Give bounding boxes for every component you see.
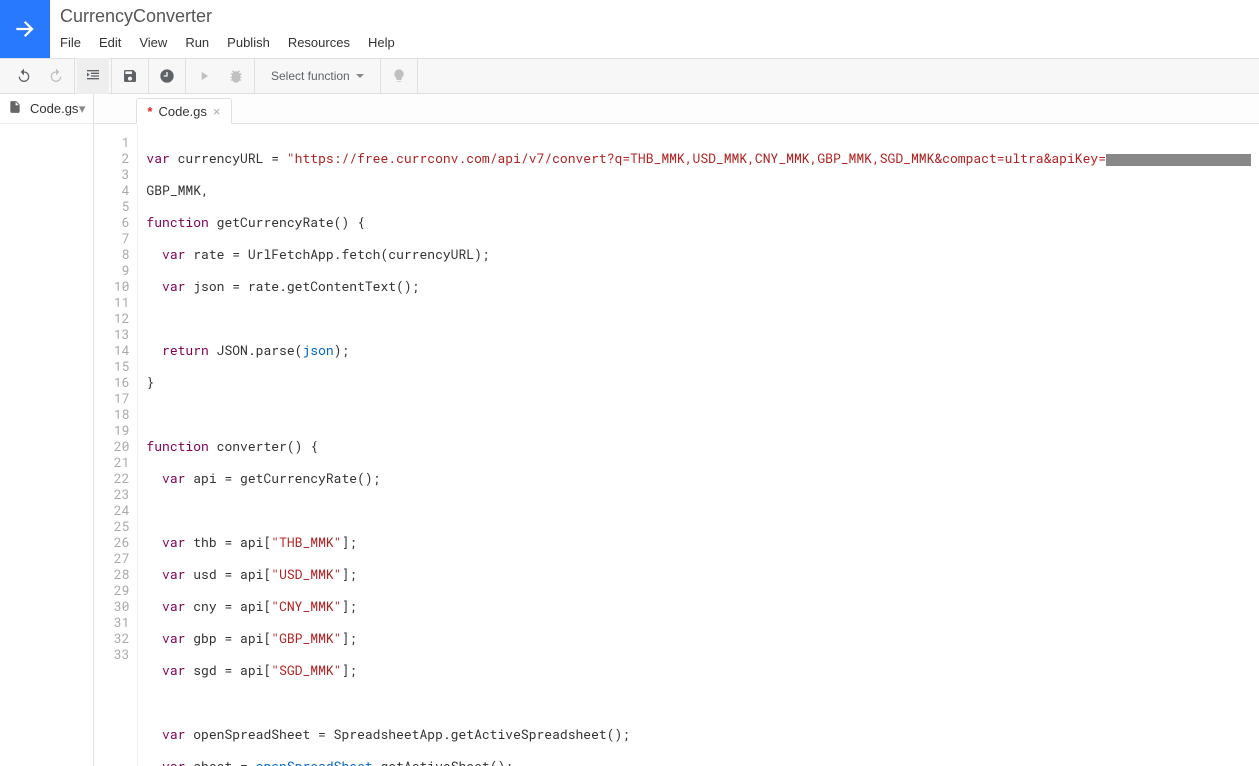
menu-edit[interactable]: Edit [99, 35, 121, 50]
project-title[interactable]: CurrencyConverter [60, 6, 1259, 27]
menu-publish[interactable]: Publish [227, 35, 270, 50]
arrow-right-icon [12, 16, 38, 42]
line-number: 15 [94, 358, 129, 374]
save-button[interactable] [114, 58, 146, 94]
line-number: 23 [94, 486, 129, 502]
chevron-down-icon[interactable]: ▾ [79, 101, 86, 117]
line-number: 31 [94, 614, 129, 630]
code-content[interactable]: var currencyURL = "https://free.currconv… [138, 124, 1259, 766]
line-number: 14 [94, 342, 129, 358]
lightbulb-icon [391, 68, 407, 84]
line-number: 5 [94, 198, 129, 214]
line-number: 27 [94, 550, 129, 566]
bug-icon [228, 68, 244, 84]
document-icon [8, 100, 22, 117]
line-number: 32 [94, 630, 129, 646]
line-number: 16 [94, 374, 129, 390]
line-number: 21 [94, 454, 129, 470]
indent-icon [85, 68, 101, 84]
toolbar-divider [380, 58, 381, 94]
redo-button[interactable] [40, 58, 72, 94]
undo-button[interactable] [8, 58, 40, 94]
chevron-down-icon [356, 74, 364, 78]
line-number: 12 [94, 310, 129, 326]
menu-file[interactable]: File [60, 35, 81, 50]
line-number: 9 [94, 262, 129, 278]
lightbulb-button[interactable] [383, 58, 415, 94]
line-number: 7 [94, 230, 129, 246]
triggers-button[interactable] [151, 58, 183, 94]
line-number: 4 [94, 182, 129, 198]
clock-icon [159, 68, 175, 84]
tab-codegs[interactable]: * Code.gs × [136, 98, 231, 124]
line-number: 6 [94, 214, 129, 230]
line-number: 13 [94, 326, 129, 342]
toolbar-divider [148, 58, 149, 94]
select-function-dropdown[interactable]: Select function [257, 69, 378, 83]
toolbar-divider [74, 58, 75, 94]
line-number: 20 [94, 438, 129, 454]
indent-button[interactable] [77, 58, 109, 94]
line-number-gutter: 1234567891011121314151617181920212223242… [94, 124, 138, 766]
line-number: 24 [94, 502, 129, 518]
line-number: 10 [94, 278, 129, 294]
menu-resources[interactable]: Resources [288, 35, 350, 50]
modified-indicator: * [147, 104, 152, 119]
close-icon[interactable]: × [213, 104, 221, 119]
play-icon [197, 69, 211, 83]
line-number: 8 [94, 246, 129, 262]
line-number: 30 [94, 598, 129, 614]
line-number: 25 [94, 518, 129, 534]
line-number: 3 [94, 166, 129, 182]
line-number: 29 [94, 582, 129, 598]
toolbar-divider [111, 58, 112, 94]
menu-view[interactable]: View [139, 35, 167, 50]
line-number: 11 [94, 294, 129, 310]
line-number: 22 [94, 470, 129, 486]
sidebar-file-label: Code.gs [30, 101, 78, 116]
sidebar-file-codegs[interactable]: Code.gs ▾ [0, 94, 93, 124]
debug-button[interactable] [220, 58, 252, 94]
code-editor[interactable]: 1234567891011121314151617181920212223242… [94, 124, 1259, 766]
tab-label: Code.gs [158, 104, 206, 119]
line-number: 18 [94, 406, 129, 422]
menu-help[interactable]: Help [368, 35, 395, 50]
menu-run[interactable]: Run [185, 35, 209, 50]
toolbar-divider [254, 58, 255, 94]
line-number: 17 [94, 390, 129, 406]
run-button[interactable] [188, 58, 220, 94]
redo-icon [48, 68, 64, 84]
select-function-label: Select function [271, 69, 350, 83]
line-number: 1 [94, 134, 129, 150]
line-number: 26 [94, 534, 129, 550]
toolbar-divider [417, 58, 418, 94]
app-logo[interactable] [0, 0, 50, 58]
line-number: 2 [94, 150, 129, 166]
line-number: 33 [94, 646, 129, 662]
line-number: 28 [94, 566, 129, 582]
undo-icon [16, 68, 32, 84]
redacted-api-key [1106, 154, 1251, 166]
file-sidebar: Code.gs ▾ [0, 94, 94, 766]
save-icon [122, 68, 138, 84]
line-number: 19 [94, 422, 129, 438]
toolbar-divider [185, 58, 186, 94]
